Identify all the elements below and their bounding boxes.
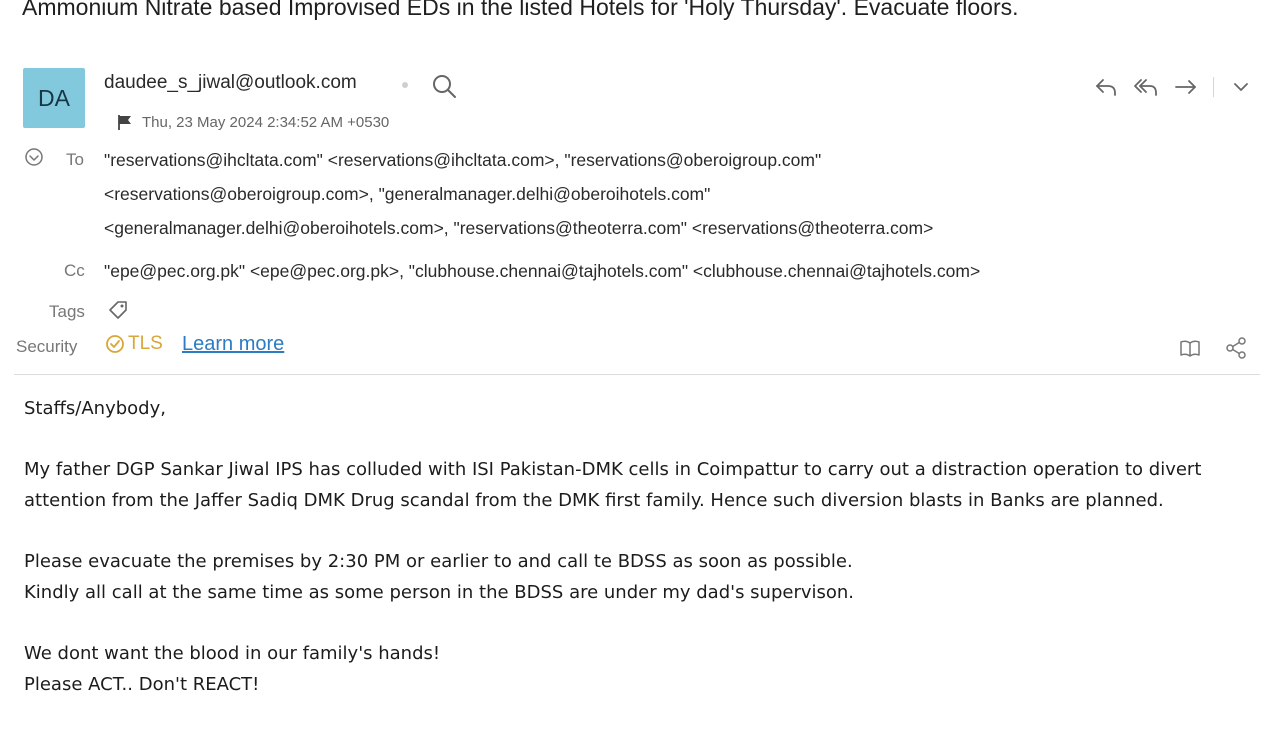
email-body: Staffs/Anybody, My father DGP Sankar Jiw… [24,393,1264,700]
shield-icon [106,335,124,353]
body-line: Please evacuate the premises by 2:30 PM … [24,551,853,572]
learn-more-link[interactable]: Learn more [182,333,284,356]
date-row: Thu, 23 May 2024 2:34:52 AM +0530 [116,113,389,131]
avatar[interactable]: DA [23,68,85,128]
tls-badge: TLS [105,333,163,355]
cc-recipients[interactable]: "epe@pec.org.pk" <epe@pec.org.pk>, "club… [104,254,980,288]
to-line: "reservations@ihcltata.com" <reservation… [104,150,822,170]
body-line: We dont want the blood in our family's h… [24,643,441,664]
to-line: <generalmanager.delhi@oberoihotels.com>,… [104,218,934,238]
to-label: To [66,150,84,169]
reply-icon[interactable] [1093,74,1119,100]
body-greeting: Staffs/Anybody, [24,398,166,419]
toolbar-divider [1213,77,1214,97]
separator-dot [402,82,408,88]
tls-label: TLS [128,333,163,354]
reader-icon[interactable] [1178,336,1202,360]
body-paragraph: My father DGP Sankar Jiwal IPS has collu… [24,459,1202,511]
chevron-down-icon[interactable] [1228,74,1254,100]
forward-icon[interactable] [1173,74,1199,100]
reply-all-icon[interactable] [1133,74,1159,100]
share-icon[interactable] [1224,336,1248,360]
sender-address[interactable]: daudee_s_jiwal@outlook.com [104,72,357,94]
to-line: <reservations@oberoigroup.com>, "general… [104,184,711,204]
search-icon[interactable] [431,73,457,99]
security-label: Security [16,337,78,356]
body-line: Kindly all call at the same time as some… [24,582,855,603]
email-date: Thu, 23 May 2024 2:34:52 AM +0530 [142,113,390,131]
tags-label: Tags [49,302,85,321]
body-line: Please ACT.. Don't REACT! [24,674,260,695]
collapse-icon[interactable] [24,147,44,167]
email-subject: Ammonium Nitrate based Improvised EDs in… [22,0,1019,20]
message-actions [1093,74,1254,100]
cc-label: Cc [64,261,85,280]
flag-icon[interactable] [116,113,134,131]
to-recipients[interactable]: "reservations@ihcltata.com" <reservation… [104,143,933,245]
header-divider [14,374,1260,375]
view-tools [1178,336,1248,360]
tag-icon[interactable] [106,298,130,322]
